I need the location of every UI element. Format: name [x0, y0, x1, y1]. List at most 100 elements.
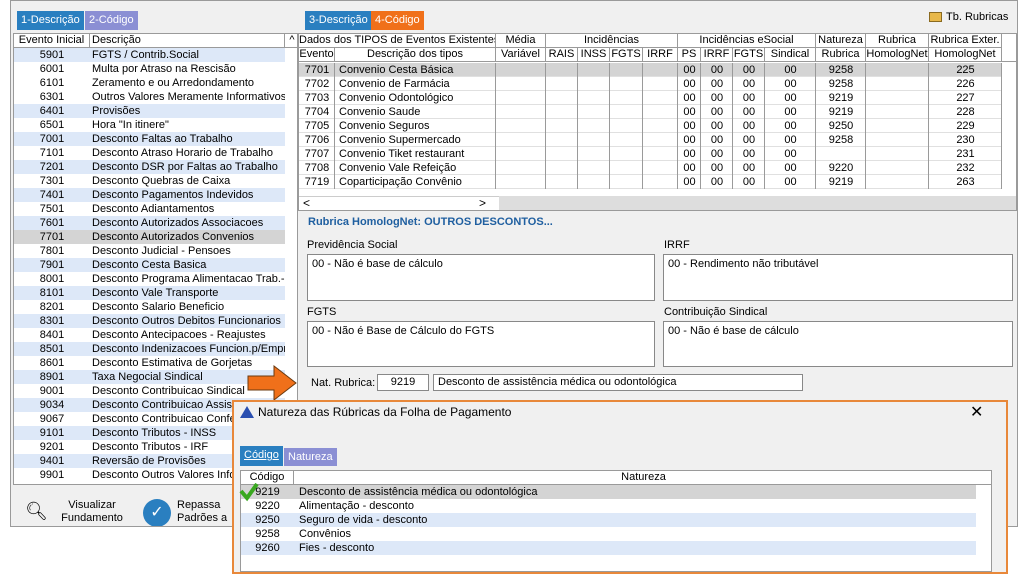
event-desc: Desconto Autorizados Associacoes: [92, 217, 264, 229]
list-item[interactable]: 8601 Desconto Estimativa de Gorjetas: [14, 356, 285, 370]
table-row[interactable]: 7702 Convenio de Farmácia 00 00 00 00 9258 226: [299, 77, 1002, 91]
tab-3-descricao[interactable]: 3-Descrição: [305, 11, 372, 30]
cell-ps: 00: [683, 162, 696, 174]
scroll-up-icon[interactable]: ^: [285, 34, 297, 48]
col-descricao[interactable]: Descrição: [90, 34, 285, 48]
dlg-tab-natureza[interactable]: Natureza: [284, 448, 337, 466]
scroll-right-icon[interactable]: >: [479, 197, 486, 210]
table-row[interactable]: 9220 Alimentação - desconto: [241, 499, 976, 513]
hscroll[interactable]: < >: [299, 196, 499, 210]
list-item[interactable]: 7001 Desconto Faltas ao Trabalho: [14, 132, 285, 146]
dlg-natureza: Convênios: [299, 528, 351, 540]
list-item[interactable]: 7301 Desconto Quebras de Caixa: [14, 174, 285, 188]
column-header[interactable]: Sindical: [765, 48, 816, 62]
dlg-tab-codigo[interactable]: Código: [240, 446, 283, 466]
table-row[interactable]: 7707 Convenio Tiket restaurant 00 00 00 00 231: [299, 147, 1002, 161]
cell-irrf: 00: [710, 148, 724, 160]
column-header[interactable]: INSS: [578, 48, 610, 62]
column-header[interactable]: PS: [678, 48, 701, 62]
event-code: 6101: [39, 77, 65, 89]
table-row[interactable]: 7704 Convenio Saude 00 00 00 00 9219 228: [299, 105, 1002, 119]
list-item[interactable]: 8101 Desconto Vale Transporte: [14, 286, 285, 300]
fgts-field[interactable]: 00 - Não é Base de Cálculo do FGTS: [307, 321, 655, 367]
hscroll-track[interactable]: [499, 196, 1016, 210]
table-row[interactable]: 9219 Desconto de assistência médica ou od…: [241, 485, 976, 499]
tb-rubricas-button[interactable]: Tb. Rubricas: [929, 11, 1008, 23]
scroll-left-icon[interactable]: <: [303, 196, 310, 210]
nat-rubrica-desc[interactable]: Desconto de assistência médica ou odonto…: [433, 374, 803, 391]
list-item[interactable]: 8001 Desconto Programa Alimentacao Trab.-…: [14, 272, 285, 286]
event-desc: Desconto Quebras de Caixa: [92, 175, 231, 187]
column-header[interactable]: Descrição dos tipos: [335, 48, 496, 62]
irrf-label: IRRF: [664, 239, 690, 251]
visualizar-button[interactable]: Visualizar Fundamento: [57, 499, 127, 525]
column-header[interactable]: HomologNet: [866, 48, 929, 62]
table-row[interactable]: 9258 Convênios: [241, 527, 976, 541]
tab-2-codigo[interactable]: 2-Código: [85, 11, 138, 30]
list-item[interactable]: 8201 Desconto Salario Beneficio: [14, 300, 285, 314]
list-item[interactable]: 6501 Hora "In itinere": [14, 118, 285, 132]
column-header[interactable]: FGTS: [610, 48, 643, 62]
column-header[interactable]: Rubrica: [816, 48, 866, 62]
table-row[interactable]: 9260 Fies - desconto: [241, 541, 976, 555]
grid-line: [577, 91, 578, 105]
table-row[interactable]: 7703 Convenio Odontológico 00 00 00 00 9219 227: [299, 91, 1002, 105]
list-item[interactable]: 7201 Desconto DSR por Faltas ao Trabalho: [14, 160, 285, 174]
checkmark-icon: [239, 482, 259, 502]
column-header[interactable]: HomologNet: [929, 48, 1002, 62]
list-item[interactable]: 7401 Desconto Pagamentos Indevidos: [14, 188, 285, 202]
column-header[interactable]: IRRF: [643, 48, 678, 62]
column-header[interactable]: Variável: [496, 48, 546, 62]
list-item[interactable]: 7901 Desconto Cesta Basica: [14, 258, 285, 272]
check-circle-icon[interactable]: ✓: [143, 499, 171, 526]
list-item[interactable]: 7701 Desconto Autorizados Convenios: [14, 230, 285, 244]
list-item[interactable]: 7501 Desconto Adiantamentos: [14, 202, 285, 216]
list-item[interactable]: 8901 Taxa Negocial Sindical: [14, 370, 285, 384]
dlg-col-natureza[interactable]: Natureza: [294, 471, 991, 485]
cell-nat: [816, 147, 866, 161]
list-item[interactable]: 8401 Desconto Antecipacoes - Reajustes: [14, 328, 285, 342]
tab-4-codigo[interactable]: 4-Código: [371, 11, 424, 30]
cell-fgts: 00: [742, 64, 756, 76]
column-header[interactable]: FGTS: [733, 48, 765, 62]
table-row[interactable]: 7705 Convenio Seguros 00 00 00 00 9250 229: [299, 119, 1002, 133]
list-item[interactable]: 6101 Zeramento e ou Arredondamento: [14, 76, 285, 90]
repassa-button[interactable]: Repassa Padrões a: [177, 499, 237, 525]
magnifier-icon[interactable]: 🔍︎: [25, 501, 48, 521]
cell-ps: 00: [683, 148, 696, 160]
event-code: 9001: [39, 385, 65, 397]
rubrica-title: Rubrica HomologNet: OUTROS DESCONTOS...: [308, 216, 553, 228]
event-code: 8101: [39, 287, 65, 299]
sind-field[interactable]: 00 - Não é base de cálculo: [663, 321, 1013, 367]
list-item[interactable]: 7801 Desconto Judicial - Pensoes: [14, 244, 285, 258]
list-item[interactable]: 8301 Desconto Outros Debitos Funcionarios: [14, 314, 285, 328]
list-item[interactable]: 6001 Multa por Atraso na Rescisão: [14, 62, 285, 76]
list-item[interactable]: 6301 Outros Valores Meramente Informativo…: [14, 90, 285, 104]
column-header[interactable]: IRRF: [701, 48, 733, 62]
group-header: Rubrica Exter.: [929, 34, 1002, 48]
vscroll[interactable]: [1002, 34, 1016, 62]
column-header[interactable]: Evento: [299, 48, 335, 62]
table-row[interactable]: 9250 Seguro de vida - desconto: [241, 513, 976, 527]
nat-rubrica-code[interactable]: 9219: [377, 374, 429, 391]
table-row[interactable]: 7719 Coparticipação Convênio 00 00 00 00 9219 2…: [299, 175, 1002, 189]
group-header: Média: [496, 34, 546, 48]
group-header: Dados dos TIPOS de Eventos Existentes: [299, 34, 496, 48]
close-icon[interactable]: ✕: [970, 402, 983, 422]
list-item[interactable]: 7601 Desconto Autorizados Associacoes: [14, 216, 285, 230]
list-item[interactable]: 8501 Desconto Indenizacoes Funcion.p/Empr…: [14, 342, 285, 356]
column-header[interactable]: RAIS: [546, 48, 578, 62]
table-row[interactable]: 7708 Convenio Vale Refeição 00 00 00 00 9220 23…: [299, 161, 1002, 175]
table-row[interactable]: 7706 Convenio Supermercado 00 00 00 00 9258 230: [299, 133, 1002, 147]
irrf-field[interactable]: 00 - Rendimento não tributável: [663, 254, 1013, 301]
cell-sind: 00: [784, 78, 797, 90]
list-item[interactable]: 9001 Desconto Contribuicao Sindical: [14, 384, 285, 398]
col-evento-inicial[interactable]: Evento Inicial: [14, 34, 90, 48]
list-item[interactable]: 6401 Provisões: [14, 104, 285, 118]
list-item[interactable]: 5901 FGTS / Contrib.Social: [14, 48, 285, 62]
tab-1-descricao[interactable]: 1-Descrição: [17, 11, 84, 30]
table-row[interactable]: 7701 Convenio Cesta Básica 00 00 00 00 9258 225: [299, 63, 1002, 77]
event-code: 9101: [39, 427, 65, 439]
list-item[interactable]: 7101 Desconto Atraso Horario de Trabalho: [14, 146, 285, 160]
prev-field[interactable]: 00 - Não é base de cálculo: [307, 254, 655, 301]
